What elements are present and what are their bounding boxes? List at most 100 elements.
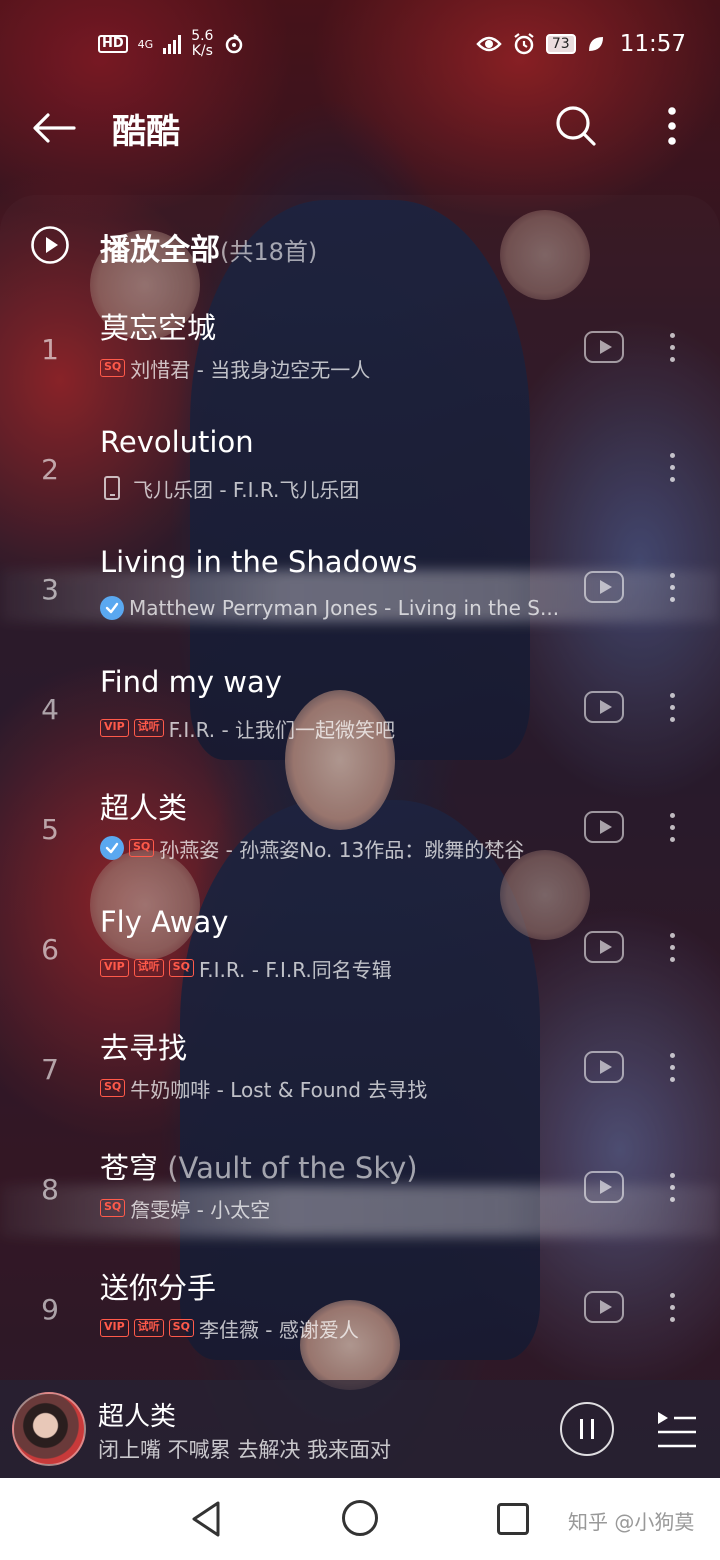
watermark: 知乎 @小狗莫 <box>568 1510 695 1534</box>
song-row[interactable]: 9 送你分手 VIP 试听 SQ 李佳薇 - 感谢爱人 <box>0 1255 720 1375</box>
play-all-button[interactable]: 播放全部(共18首) <box>0 215 720 275</box>
song-artist-album: 孙燕姿 - 孙燕姿No. 13作品：跳舞的梵谷 <box>159 837 525 862</box>
song-title: Fly Away <box>100 905 228 939</box>
quality-tag: VIP <box>100 719 129 737</box>
song-more-button[interactable] <box>656 325 688 369</box>
status-left: HD 4G 5.6 K/s <box>98 29 245 59</box>
song-row[interactable]: 8 苍穹 (Vault of the Sky) SQ 詹雯婷 - 小太空 <box>0 1135 720 1255</box>
back-button[interactable] <box>28 102 80 154</box>
phone-icon <box>104 476 120 500</box>
check-icon <box>100 836 124 860</box>
song-title: Living in the Shadows <box>100 545 417 579</box>
battery-icon: 73 <box>545 34 576 54</box>
song-title-main: 莫忘空城 <box>100 311 217 345</box>
more-vertical-icon <box>668 107 676 145</box>
system-nav-bar: 知乎 @小狗莫 <box>0 1478 720 1560</box>
page-title: 酷酷 <box>112 112 180 152</box>
song-title: 超人类 <box>100 785 187 827</box>
song-artist-album: F.I.R. - F.I.R.同名专辑 <box>198 957 392 982</box>
song-count: (共18首) <box>220 238 318 266</box>
quality-tag: SQ <box>100 359 126 377</box>
clock: 11:57 <box>619 31 686 57</box>
album-cover[interactable] <box>12 1392 86 1466</box>
arrow-left-icon <box>33 113 76 143</box>
song-index: 6 <box>41 933 59 966</box>
mv-play-button[interactable] <box>584 1291 624 1323</box>
mv-play-button[interactable] <box>584 811 624 843</box>
song-meta: Matthew Perryman Jones - Living in the S… <box>100 593 570 623</box>
song-title-sub: (Vault of the Sky) <box>158 1151 418 1185</box>
play-icon <box>599 1300 612 1314</box>
speed-unit: K/s <box>191 43 213 59</box>
quality-tag: 试听 <box>133 1319 164 1337</box>
song-more-button[interactable] <box>656 445 688 489</box>
quality-tag: 试听 <box>133 959 164 977</box>
song-row[interactable]: 4 Find my way VIP 试听 F.I.R. - 让我们一起微笑吧 <box>0 655 720 775</box>
song-artist-album: 飞儿乐团 - F.I.R.飞儿乐团 <box>133 477 360 502</box>
status-bar: HD 4G 5.6 K/s 73 11:57 <box>0 0 720 88</box>
song-meta: 飞儿乐团 - F.I.R.飞儿乐团 <box>100 473 570 503</box>
song-row[interactable]: 6 Fly Away VIP 试听 SQ F.I.R. - F.I.R.同名专辑 <box>0 895 720 1015</box>
song-more-button[interactable] <box>656 565 688 609</box>
network-type: 4G <box>137 37 154 51</box>
play-icon <box>599 340 612 354</box>
square-recent-icon[interactable] <box>497 1503 529 1535</box>
play-circle-icon <box>31 226 69 264</box>
network-speed: 5.6 K/s <box>191 29 213 59</box>
song-title-main: Find my way <box>100 665 282 699</box>
song-more-button[interactable] <box>656 925 688 969</box>
song-title-main: 苍穹 <box>100 1151 159 1185</box>
mv-play-button[interactable] <box>584 571 624 603</box>
playlist-icon[interactable] <box>654 1408 698 1452</box>
quality-tag: SQ <box>100 1199 126 1217</box>
song-title: Revolution <box>100 425 254 459</box>
song-index: 2 <box>41 453 59 486</box>
play-icon <box>599 580 612 594</box>
song-title: 莫忘空城 <box>100 305 216 347</box>
search-icon <box>556 106 596 146</box>
song-more-button[interactable] <box>656 685 688 729</box>
song-list-card: 播放全部(共18首) 1 莫忘空城 SQ 刘惜君 - 当我身边空无一人 2 Revolut… <box>0 195 720 1380</box>
search-button[interactable] <box>550 100 602 152</box>
song-row[interactable]: 2 Revolution 飞儿乐团 - F.I.R.飞儿乐团 <box>0 415 720 535</box>
quality-tag: VIP <box>100 959 129 977</box>
song-meta: SQ 孙燕姿 - 孙燕姿No. 13作品：跳舞的梵谷 <box>100 833 570 863</box>
mv-play-button[interactable] <box>584 331 624 363</box>
hd-badge: HD <box>98 35 128 53</box>
quality-tag: 试听 <box>133 719 164 737</box>
eye-icon <box>476 36 502 52</box>
mv-play-button[interactable] <box>584 931 624 963</box>
pause-button[interactable] <box>560 1402 614 1456</box>
mv-play-button[interactable] <box>584 691 624 723</box>
song-row[interactable]: 7 去寻找 SQ 牛奶咖啡 - Lost & Found 去寻找 <box>0 1015 720 1135</box>
song-title: 苍穹 (Vault of the Sky) <box>100 1145 418 1187</box>
pause-icon <box>591 1419 594 1439</box>
song-artist-album: 詹雯婷 - 小太空 <box>130 1197 271 1222</box>
song-title-main: Fly Away <box>100 905 229 939</box>
mv-play-button[interactable] <box>584 1171 624 1203</box>
song-row[interactable]: 3 Living in the Shadows Matthew Perryman J… <box>0 535 720 655</box>
more-button[interactable] <box>646 100 698 152</box>
song-more-button[interactable] <box>656 1165 688 1209</box>
quality-tag: SQ <box>100 1079 126 1097</box>
alarm-icon <box>514 33 534 55</box>
song-index: 4 <box>41 693 59 726</box>
song-row[interactable]: 1 莫忘空城 SQ 刘惜君 - 当我身边空无一人 <box>0 295 720 415</box>
song-more-button[interactable] <box>656 805 688 849</box>
triangle-back-icon[interactable] <box>188 1499 228 1539</box>
song-meta: SQ 詹雯婷 - 小太空 <box>100 1193 570 1223</box>
song-more-button[interactable] <box>656 1045 688 1089</box>
song-title: 去寻找 <box>100 1025 187 1067</box>
leaf-icon <box>588 37 603 51</box>
song-more-button[interactable] <box>656 1285 688 1329</box>
quality-tag: VIP <box>100 1319 129 1337</box>
mini-player[interactable]: 超人类 闭上嘴 不喊累 去解决 我来面对 <box>0 1380 720 1478</box>
mv-play-button[interactable] <box>584 1051 624 1083</box>
song-artist-album: 李佳薇 - 感谢爱人 <box>198 1317 359 1342</box>
play-icon <box>599 1180 612 1194</box>
song-row[interactable]: 5 超人类 SQ 孙燕姿 - 孙燕姿No. 13作品：跳舞的梵谷 <box>0 775 720 895</box>
play-icon <box>599 1060 612 1074</box>
circle-home-icon[interactable] <box>342 1500 378 1536</box>
hotspot-icon <box>226 34 243 54</box>
song-title: 送你分手 <box>100 1265 216 1307</box>
